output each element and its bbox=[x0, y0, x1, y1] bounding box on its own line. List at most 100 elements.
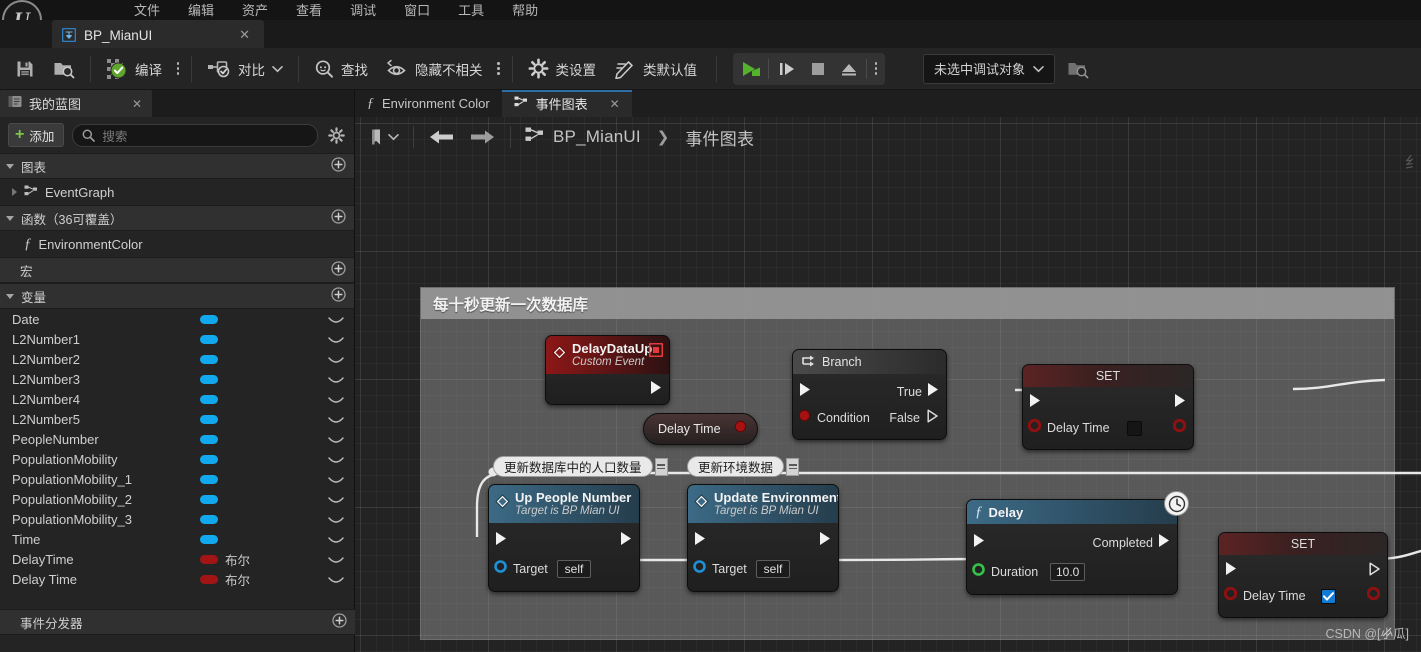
eye-closed-icon[interactable] bbox=[328, 494, 344, 504]
bubble-text[interactable]: 更新环境数据 bbox=[687, 456, 785, 477]
menu-item-window[interactable]: 窗口 bbox=[390, 2, 444, 20]
menu-item-file[interactable]: 文件 bbox=[120, 2, 174, 20]
eye-closed-icon[interactable] bbox=[328, 554, 344, 564]
section-header-functions[interactable]: 函数（36可覆盖） bbox=[0, 205, 354, 231]
variable-row[interactable]: L2Number3 bbox=[0, 369, 354, 389]
exec-in-pin[interactable] bbox=[495, 531, 508, 551]
menu-item-view[interactable]: 查看 bbox=[282, 2, 336, 20]
search-input[interactable]: 搜索 bbox=[72, 123, 318, 147]
bookmark-button[interactable] bbox=[363, 123, 405, 151]
class-settings-button[interactable]: 类设置 bbox=[519, 53, 606, 85]
eye-closed-icon[interactable] bbox=[328, 434, 344, 444]
tree-item-eventgraph[interactable]: EventGraph bbox=[0, 179, 354, 205]
eye-closed-icon[interactable] bbox=[328, 414, 344, 424]
asset-tab-bp-mianui[interactable]: BP_MianUI ✕ bbox=[52, 20, 264, 50]
bool-out-pin[interactable] bbox=[1366, 586, 1381, 605]
stop-button[interactable] bbox=[802, 54, 833, 84]
eye-closed-icon[interactable] bbox=[328, 474, 344, 484]
exec-out-pin[interactable] bbox=[1369, 561, 1381, 581]
hide-unrelated-kebab-icon[interactable] bbox=[492, 56, 506, 82]
exec-out-pin[interactable] bbox=[650, 380, 663, 400]
add-macro-button[interactable] bbox=[331, 261, 346, 279]
exec-out-completed-pin[interactable] bbox=[1158, 533, 1171, 553]
navigate-back-button[interactable] bbox=[422, 123, 462, 151]
exec-in-pin[interactable] bbox=[973, 533, 986, 553]
variable-row[interactable]: Time bbox=[0, 529, 354, 549]
duration-value-field[interactable]: 10.0 bbox=[1050, 563, 1086, 581]
exec-out-pin[interactable] bbox=[819, 531, 832, 551]
eye-closed-icon[interactable] bbox=[328, 534, 344, 544]
node-get-delay-time[interactable]: Delay Time bbox=[643, 413, 758, 445]
diff-button[interactable]: 对比 bbox=[198, 53, 292, 85]
node-set-delay-time-true[interactable]: SET Delay Time bbox=[1218, 532, 1388, 618]
exec-in-pin[interactable] bbox=[694, 531, 707, 551]
compile-button[interactable]: 编译 bbox=[97, 53, 171, 85]
eye-closed-icon[interactable] bbox=[328, 394, 344, 404]
variable-row[interactable]: PopulationMobility_2 bbox=[0, 489, 354, 509]
exec-out-pin[interactable] bbox=[1174, 393, 1187, 413]
bool-in-pin[interactable] bbox=[1223, 586, 1238, 605]
condition-pin[interactable] bbox=[798, 409, 811, 427]
variable-row[interactable]: PopulationMobility_3 bbox=[0, 509, 354, 529]
section-header-graphs[interactable]: 图表 bbox=[0, 153, 354, 179]
variable-row[interactable]: L2Number2 bbox=[0, 349, 354, 369]
comment-title[interactable]: 每十秒更新一次数据库 bbox=[421, 288, 1394, 319]
close-icon[interactable]: ✕ bbox=[221, 27, 254, 43]
eye-closed-icon[interactable] bbox=[328, 574, 344, 584]
exec-out-pin[interactable] bbox=[620, 531, 633, 551]
node-up-people-number[interactable]: Up People Number Target is BP Mian UI Ta… bbox=[488, 484, 640, 592]
exec-out-true-pin[interactable] bbox=[927, 382, 940, 402]
delay-time-checkbox[interactable] bbox=[1127, 420, 1142, 436]
exec-in-pin[interactable] bbox=[1029, 393, 1042, 413]
eject-button[interactable] bbox=[833, 54, 864, 84]
class-defaults-button[interactable]: 类默认值 bbox=[605, 53, 706, 85]
breadcrumb-root[interactable]: BP_MianUI bbox=[553, 127, 641, 147]
play-button[interactable] bbox=[735, 54, 766, 84]
eye-closed-icon[interactable] bbox=[328, 354, 344, 364]
settings-gear-button[interactable] bbox=[326, 126, 346, 144]
section-header-variables[interactable]: 变量 bbox=[0, 283, 354, 309]
section-header-event-dispatchers[interactable]: 事件分发器 bbox=[0, 609, 355, 635]
node-update-environment[interactable]: Update Environment Target is BP Mian UI bbox=[687, 484, 839, 592]
node-set-delay-time-false[interactable]: SET Delay Time bbox=[1022, 364, 1194, 450]
eye-closed-icon[interactable] bbox=[328, 314, 344, 324]
bubble-pin-icon[interactable] bbox=[786, 457, 800, 476]
find-button[interactable]: 查找 bbox=[305, 53, 377, 85]
chevron-right-icon[interactable] bbox=[12, 188, 17, 196]
step-button[interactable] bbox=[771, 54, 802, 84]
tab-event-graph[interactable]: 事件图表 ✕ bbox=[501, 90, 632, 117]
variable-row[interactable]: PopulationMobility_1 bbox=[0, 469, 354, 489]
node-delay[interactable]: ƒ Delay Completed Duration 10.0 bbox=[966, 499, 1178, 595]
node-delay-data-up[interactable]: DelayDataUp Custom Event bbox=[545, 335, 670, 405]
hide-unrelated-button[interactable]: 隐藏不相关 bbox=[377, 53, 492, 85]
debug-browse-button[interactable] bbox=[1067, 59, 1089, 79]
variable-row[interactable]: L2Number1 bbox=[0, 329, 354, 349]
node-branch[interactable]: Branch True Condition False bbox=[792, 349, 947, 440]
menu-item-debug[interactable]: 调试 bbox=[336, 2, 390, 20]
menu-item-tools[interactable]: 工具 bbox=[444, 2, 498, 20]
close-icon[interactable]: ✕ bbox=[112, 97, 142, 111]
variable-row[interactable]: L2Number5 bbox=[0, 409, 354, 429]
target-value-field[interactable]: self bbox=[756, 560, 790, 578]
tab-my-blueprint[interactable]: 我的蓝图 ✕ bbox=[0, 90, 152, 117]
browse-content-button[interactable] bbox=[44, 53, 84, 85]
navigate-forward-button[interactable] bbox=[462, 123, 502, 151]
compile-options-kebab-icon[interactable] bbox=[171, 56, 185, 82]
bool-out-pin[interactable] bbox=[734, 420, 747, 438]
delay-time-checkbox[interactable] bbox=[1321, 588, 1336, 604]
variable-row[interactable]: PopulationMobility bbox=[0, 449, 354, 469]
variable-row[interactable]: Date bbox=[0, 309, 354, 329]
target-value-field[interactable]: self bbox=[557, 560, 591, 578]
exec-in-pin[interactable] bbox=[799, 382, 812, 402]
add-graph-button[interactable] bbox=[331, 157, 346, 175]
variable-row[interactable]: PeopleNumber bbox=[0, 429, 354, 449]
bubble-comment-people[interactable]: 更新数据库中的人口数量 bbox=[493, 456, 668, 477]
save-button[interactable] bbox=[6, 53, 44, 85]
eye-closed-icon[interactable] bbox=[328, 514, 344, 524]
play-options-kebab-icon[interactable] bbox=[869, 56, 883, 82]
variable-row[interactable]: Delay Time 布尔 bbox=[0, 569, 354, 589]
bool-out-pin[interactable] bbox=[1172, 418, 1187, 437]
add-button[interactable]: + 添加 bbox=[8, 123, 65, 147]
exec-out-false-pin[interactable] bbox=[927, 408, 939, 428]
add-variable-button[interactable] bbox=[331, 287, 346, 305]
